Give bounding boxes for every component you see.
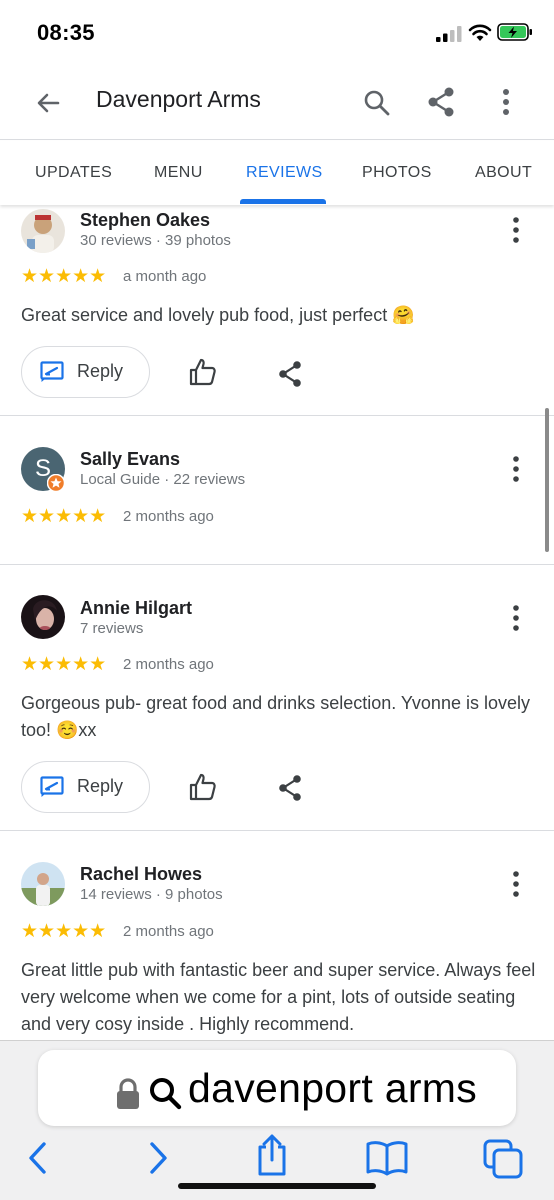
reviewer-name[interactable]: Rachel Howes [80, 864, 202, 885]
review-card: Rachel Howes 14 reviews · 9 photos ★★★★★… [0, 831, 554, 1041]
review-text: Great little pub with fantastic beer and… [21, 960, 536, 1034]
tab-updates[interactable]: UPDATES [35, 164, 112, 182]
reply-button[interactable]: Reply [21, 346, 150, 398]
share-up-icon[interactable] [252, 1133, 292, 1177]
status-bar: 08:35 [0, 0, 554, 66]
share-icon[interactable] [276, 360, 304, 388]
star-rating: ★★★★★ [21, 506, 107, 527]
review-date: 2 months ago [123, 923, 214, 940]
review-text: Gorgeous pub- great food and drinks sele… [21, 693, 530, 740]
avatar[interactable]: S [21, 447, 65, 492]
wifi-icon [468, 24, 492, 41]
reply-icon [40, 361, 64, 382]
status-time: 08:35 [37, 20, 95, 45]
reviewer-name[interactable]: Annie Hilgart [80, 598, 192, 619]
book-icon[interactable] [365, 1138, 409, 1178]
reviewer-name[interactable]: Sally Evans [80, 449, 180, 470]
reviewer-meta: 30 reviews · 39 photos [80, 232, 231, 249]
avatar[interactable] [21, 209, 65, 253]
reviewer-name[interactable]: Stephen Oakes [80, 210, 210, 231]
url-text: davenport arms [188, 1065, 478, 1111]
tab-photos[interactable]: PHOTOS [362, 164, 432, 182]
more-vert-icon[interactable] [500, 214, 532, 246]
avatar[interactable] [21, 595, 65, 639]
more-vert-icon[interactable] [500, 453, 532, 485]
review-date: a month ago [123, 268, 207, 285]
reviewer-meta: 7 reviews [80, 620, 144, 637]
more-vert-icon[interactable] [490, 85, 524, 119]
place-title: Davenport Arms [96, 86, 261, 112]
address-bar[interactable]: davenport arms [38, 1050, 516, 1126]
lock-icon [117, 1078, 139, 1109]
avatar[interactable] [21, 862, 65, 906]
star-rating: ★★★★★ [21, 921, 107, 942]
tab-about[interactable]: ABOUT [475, 164, 532, 182]
chevron-left-icon[interactable] [18, 1138, 58, 1178]
browser-toolbar: davenport arms [0, 1040, 554, 1200]
review-card: Stephen Oakes 30 reviews · 39 photos ★★★… [0, 205, 554, 415]
tab-reviews[interactable]: REVIEWS [246, 164, 323, 182]
reviewer-meta: Local Guide · 22 reviews [80, 471, 246, 488]
reply-icon [40, 776, 64, 797]
review-text: Great service and lovely pub food, just … [21, 305, 415, 325]
reviewer-meta: 14 reviews · 9 photos [80, 886, 223, 903]
scrollbar[interactable] [545, 408, 549, 552]
signal-icon [436, 26, 462, 42]
review-date: 2 months ago [123, 656, 214, 673]
tab-menu[interactable]: MENU [154, 164, 203, 182]
local-guide-badge-icon [47, 474, 65, 492]
app-header: Davenport Arms [0, 66, 554, 140]
more-vert-icon[interactable] [500, 602, 532, 634]
review-card: S Sally Evans Local Guide · 22 reviews ★… [0, 416, 554, 564]
star-rating: ★★★★★ [21, 654, 107, 675]
battery-charging-icon [497, 23, 532, 41]
review-card: Annie Hilgart 7 reviews ★★★★★ 2 months a… [0, 565, 554, 830]
more-vert-icon[interactable] [500, 868, 532, 900]
tab-bar: UPDATES MENU REVIEWS PHOTOS ABOUT [0, 141, 554, 205]
tabs-icon[interactable] [482, 1138, 524, 1180]
search-icon[interactable] [360, 86, 394, 120]
back-arrow-icon[interactable] [32, 86, 66, 120]
review-date: 2 months ago [123, 508, 214, 525]
reply-label: Reply [77, 361, 124, 381]
reply-button[interactable]: Reply [21, 761, 150, 813]
share-icon[interactable] [424, 85, 458, 119]
chevron-right-icon[interactable] [138, 1138, 178, 1178]
active-tab-indicator [240, 199, 326, 204]
search-icon [150, 1078, 182, 1110]
thumb-up-icon[interactable] [188, 357, 218, 387]
reply-label: Reply [77, 776, 124, 796]
share-icon[interactable] [276, 774, 304, 802]
thumb-up-icon[interactable] [188, 772, 218, 802]
star-rating: ★★★★★ [21, 266, 107, 287]
home-indicator [178, 1183, 376, 1189]
